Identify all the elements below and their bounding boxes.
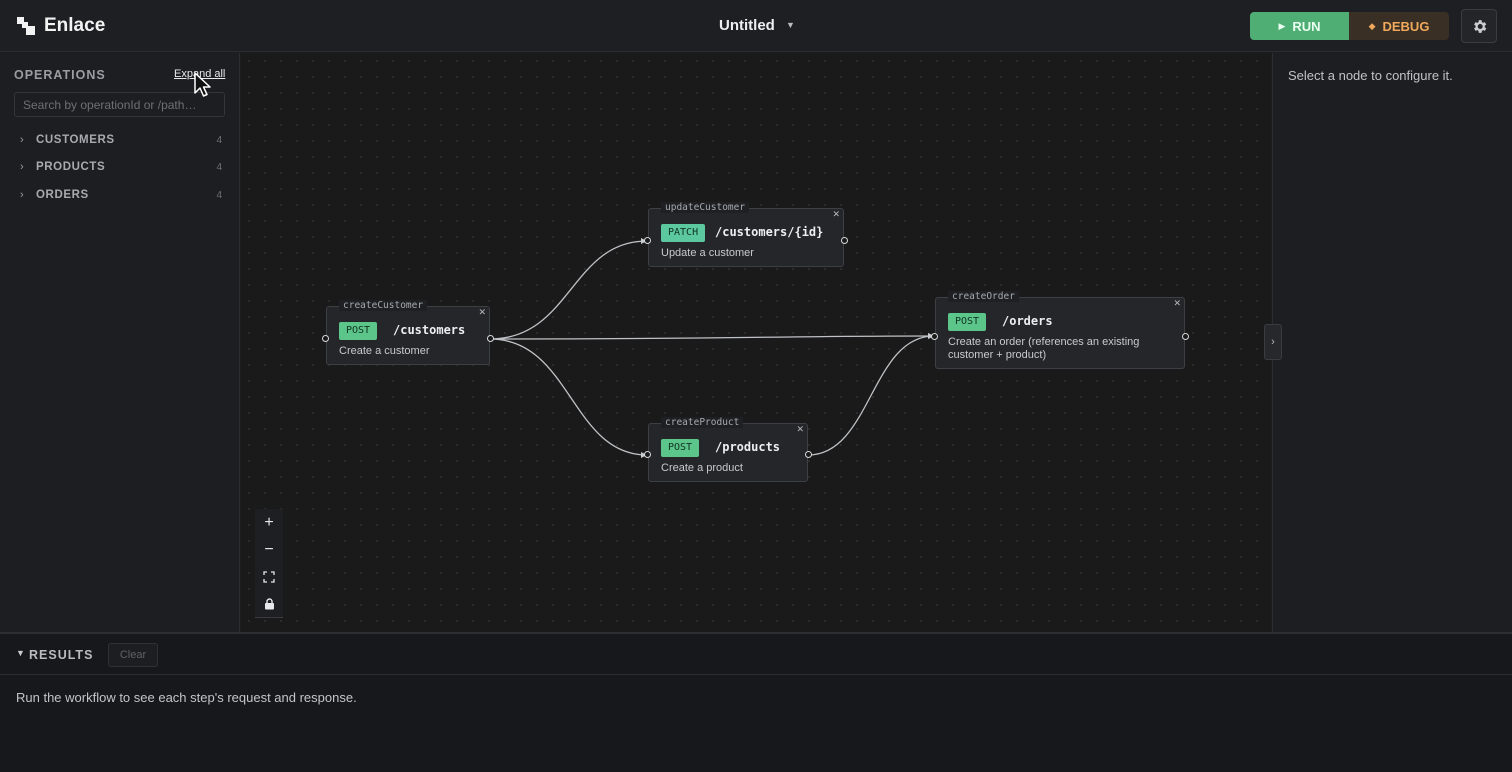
input-handle[interactable] [644,237,651,244]
group-label: PRODUCTS [36,161,106,173]
output-handle[interactable] [805,451,812,458]
debug-label: DEBUG [1382,18,1430,34]
edge-createCustomer-createProduct[interactable] [489,338,648,458]
results-header: ▼ RESULTS Clear [0,634,1512,675]
app-logo[interactable]: Enlace [17,15,105,37]
lock-icon[interactable] [255,590,283,617]
results-title[interactable]: RESULTS [29,648,93,662]
output-handle[interactable] [1182,333,1189,340]
group-label: CUSTOMERS [36,134,115,146]
group-customers[interactable]: › CUSTOMERS 4 [20,132,222,148]
node-createOrder[interactable]: createOrder ✕ POST /orders Create an ord… [935,291,1185,369]
logo-icon [17,17,35,35]
input-handle[interactable] [322,335,329,342]
input-handle[interactable] [644,451,651,458]
method-badge: POST [339,322,378,340]
output-handle[interactable] [487,335,494,342]
group-label: ORDERS [36,189,89,201]
edge-createCustomer-createOrder[interactable] [489,333,935,340]
zoom-in-icon[interactable]: + [255,509,283,536]
group-count: 4 [216,134,222,146]
clear-button[interactable]: Clear [108,643,158,667]
output-handle[interactable] [841,237,848,244]
operations-sidebar: OPERATIONS Expand all › CUSTOMERS 4 › PR… [0,53,240,632]
node-description-line: customer + product) [948,349,1047,361]
node-title: updateCustomer [661,202,750,213]
results-empty-text: Run the workflow to see each step's requ… [16,690,357,705]
run-label: RUN [1292,18,1321,34]
node-description-line: Create an order (references an existing [948,336,1140,348]
node-createCustomer[interactable]: createCustomer ✕ POST /customers Create … [326,300,490,365]
zoom-out-icon[interactable]: − [255,536,283,563]
method-badge: POST [661,439,700,457]
method-badge: POST [948,313,987,331]
node-path: /products [715,440,781,454]
group-products[interactable]: › PRODUCTS 4 [20,159,222,175]
node-createProduct[interactable]: createProduct ✕ POST /products Create a … [648,417,808,482]
chevron-right-icon: › [1271,336,1275,348]
gear-icon [1473,19,1486,33]
close-icon[interactable]: ✕ [478,307,486,318]
chevron-right-icon: › [20,189,24,201]
chevron-right-icon: › [20,134,24,146]
node-description: Create a product [661,462,743,474]
node-description: Create an order (references an existing … [948,336,1139,362]
config-panel: Select a node to configure it. [1272,53,1512,632]
run-button[interactable]: ▶ RUN [1250,12,1349,40]
method-badge: PATCH [661,224,706,242]
node-path: /customers/{id} [715,225,824,239]
group-count: 4 [216,161,222,173]
diamond-icon: ◆ [1368,20,1376,31]
fit-view-icon[interactable] [255,563,283,590]
close-icon[interactable]: ✕ [796,424,804,435]
panel-toggle-button[interactable]: › [1264,324,1282,360]
node-updateCustomer[interactable]: updateCustomer ✕ PATCH /customers/{id} U… [648,202,844,267]
node-path: /orders [1002,314,1053,328]
node-path: /customers [393,323,466,337]
debug-button[interactable]: ◆ DEBUG [1349,12,1449,40]
top-bar: Enlace Untitled ▼ ▶ RUN ◆ DEBUG [0,0,1512,52]
canvas-controls: + − [255,509,283,618]
node-title: createProduct [661,417,744,428]
close-icon[interactable]: ✕ [832,209,840,220]
node-title: createOrder [948,291,1019,302]
close-icon[interactable]: ✕ [1173,298,1181,309]
mouse-pointer-icon [194,72,211,97]
operations-heading: OPERATIONS [14,68,106,82]
node-description: Update a customer [661,247,754,259]
node-title: createCustomer [339,300,428,311]
workflow-canvas[interactable]: createCustomer ✕ POST /customers Create … [241,53,1271,632]
app-name: Enlace [44,15,106,36]
group-orders[interactable]: › ORDERS 4 [20,187,222,203]
edge-createProduct-createOrder[interactable] [807,333,935,456]
input-handle[interactable] [931,333,938,340]
group-count: 4 [216,189,222,201]
play-icon: ▶ [1278,20,1286,31]
edge-createCustomer-updateCustomer[interactable] [489,238,648,340]
settings-button[interactable] [1461,9,1497,43]
caret-down-icon[interactable]: ▼ [786,20,795,30]
collapse-triangle-icon[interactable]: ▼ [16,648,25,658]
results-panel: ▼ RESULTS Clear Run the workflow to see … [0,632,1512,772]
node-description: Create a customer [339,345,430,357]
document-title[interactable]: Untitled [719,17,775,34]
run-controls: ▶ RUN ◆ DEBUG [1250,12,1449,40]
chevron-right-icon: › [20,161,24,173]
config-hint: Select a node to configure it. [1288,68,1453,83]
